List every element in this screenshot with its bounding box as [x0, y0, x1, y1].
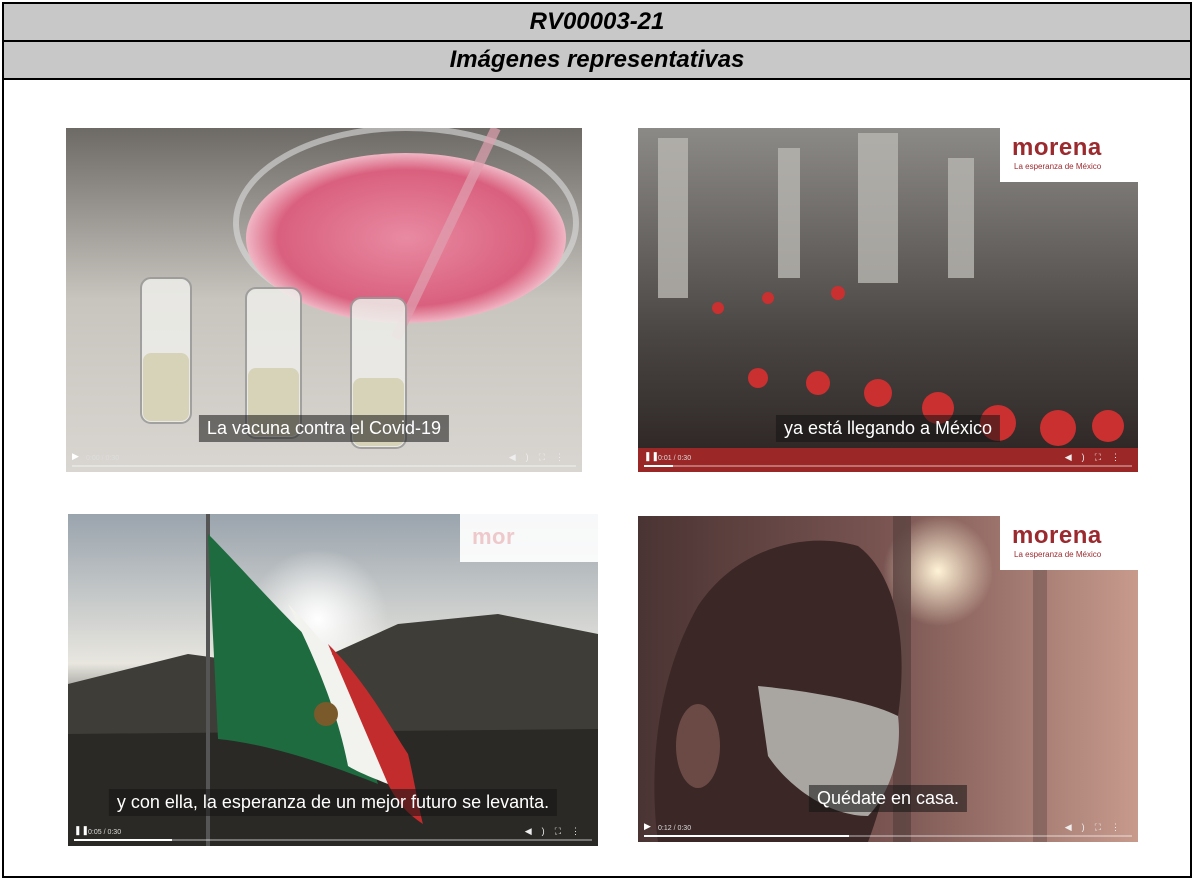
video-controls: ▶ 0:12 / 0:30 ◀)⛶⋮: [638, 814, 1138, 842]
subtitle-caption: La vacuna contra el Covid-19: [198, 415, 450, 442]
time-readout: 0:12 / 0:30: [658, 825, 692, 832]
progress-track[interactable]: [72, 465, 576, 467]
video-frame-2: morena La esperanza de México ya está ll…: [638, 128, 1138, 472]
volume-icon[interactable]: ◀): [1065, 822, 1095, 832]
pause-icon[interactable]: ❚❚: [74, 825, 89, 836]
video-controls: ▶ 0:00 / 0:30 ◀)⛶⋮: [66, 444, 582, 472]
fullscreen-icon[interactable]: ⛶: [539, 452, 555, 462]
volume-icon[interactable]: ◀): [1065, 452, 1095, 462]
more-vertical-icon[interactable]: ⋮: [1111, 822, 1130, 832]
fullscreen-icon[interactable]: ⛶: [1095, 452, 1111, 462]
more-vertical-icon[interactable]: ⋮: [1111, 452, 1130, 462]
time-readout: 0:00 / 0:30: [86, 455, 120, 462]
progress-fill: [644, 465, 674, 467]
morena-logo-partial: mor: [460, 514, 598, 562]
morena-logo: morena La esperanza de México: [1000, 128, 1138, 182]
video-controls: ❚❚ 0:05 / 0:30 ◀)⛶⋮: [68, 818, 598, 846]
play-icon[interactable]: ▶: [644, 821, 651, 832]
logo-name: mor: [472, 524, 516, 549]
fullscreen-icon[interactable]: ⛶: [1095, 822, 1111, 832]
logo-name: morena: [1012, 134, 1102, 161]
more-vertical-icon[interactable]: ⋮: [571, 826, 590, 836]
video-frame-4: morena La esperanza de México Quédate en…: [638, 516, 1138, 842]
progress-track[interactable]: [644, 465, 1132, 467]
time-readout: 0:01 / 0:30: [658, 455, 692, 462]
morena-logo: morena La esperanza de México: [1000, 516, 1138, 570]
logo-tagline: La esperanza de México: [1014, 550, 1102, 559]
video-frame-3: mor y con ella, la esperanza de un mejor…: [68, 514, 598, 846]
progress-fill: [644, 835, 849, 837]
logo-tagline: La esperanza de México: [1014, 162, 1102, 171]
play-icon[interactable]: ▶: [72, 451, 79, 462]
volume-icon[interactable]: ◀): [525, 826, 555, 836]
right-controls: ◀)⛶⋮: [1065, 452, 1130, 463]
video-controls: ❚❚ 0:01 / 0:30 ◀)⛶⋮: [638, 444, 1138, 472]
right-controls: ◀)⛶⋮: [1065, 822, 1130, 833]
subtitle-caption: y con ella, la esperanza de un mejor fut…: [108, 789, 558, 816]
video-frame-1: La vacuna contra el Covid-19 ▶ 0:00 / 0:…: [66, 128, 582, 472]
progress-track[interactable]: [74, 839, 592, 841]
more-vertical-icon[interactable]: ⋮: [555, 452, 574, 462]
time-readout: 0:05 / 0:30: [88, 829, 122, 836]
right-controls: ◀)⛶⋮: [525, 826, 590, 837]
document-frame: RV00003-21 Imágenes representativas La v…: [2, 2, 1192, 878]
progress-track[interactable]: [644, 835, 1132, 837]
document-code: RV00003-21: [4, 4, 1190, 42]
volume-icon[interactable]: ◀): [509, 452, 539, 462]
pause-icon[interactable]: ❚❚: [644, 451, 659, 462]
subtitle-caption: ya está llegando a México: [775, 415, 1001, 442]
fullscreen-icon[interactable]: ⛶: [555, 826, 571, 836]
right-controls: ◀)⛶⋮: [509, 452, 574, 463]
logo-name: morena: [1012, 522, 1102, 549]
progress-fill: [74, 839, 173, 841]
section-title: Imágenes representativas: [4, 42, 1190, 80]
subtitle-caption: Quédate en casa.: [808, 785, 968, 812]
